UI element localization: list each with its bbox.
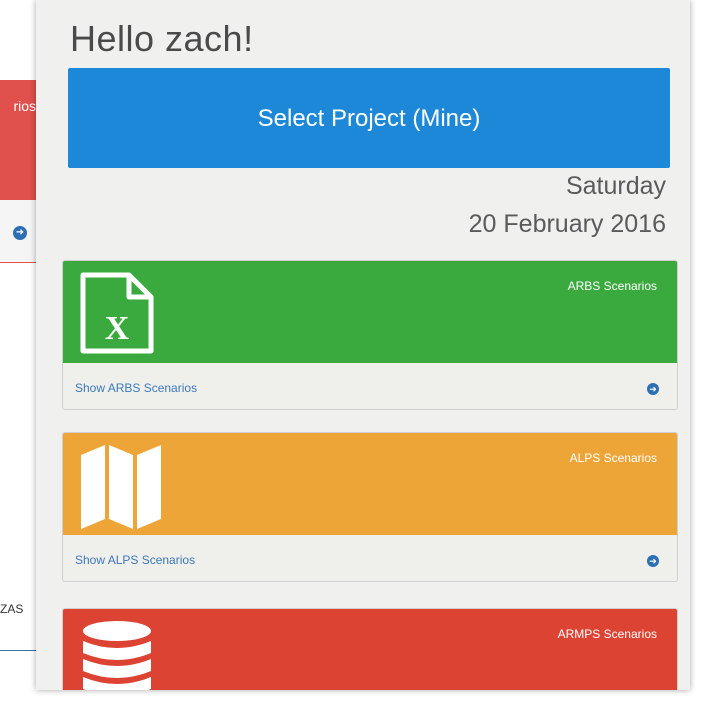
card-footer[interactable]: Show ARBS Scenarios ➜ <box>63 363 677 409</box>
card-header: ALPS Scenarios <box>63 433 677 535</box>
arrow-circle-right-icon[interactable]: ➜ <box>647 555 659 567</box>
show-arbs-scenarios-link[interactable]: Show ARBS Scenarios <box>75 381 197 395</box>
date-full: 20 February 2016 <box>468 210 666 238</box>
armps-scenarios-card: ARMPS Scenarios <box>62 608 678 690</box>
background-footer-text: ZAS <box>0 602 24 616</box>
arrow-circle-right-icon[interactable]: ➜ <box>647 383 659 395</box>
date-weekday: Saturday <box>565 172 666 200</box>
card-footer[interactable]: Show ALPS Scenarios ➜ <box>63 535 677 581</box>
select-project-button[interactable]: Select Project (Mine) <box>68 68 670 168</box>
arbs-scenarios-card: X ARBS Scenarios Show ARBS Scenarios ➜ <box>62 260 678 410</box>
card-header: X ARBS Scenarios <box>63 261 677 363</box>
alps-scenarios-card: ALPS Scenarios Show ALPS Scenarios ➜ <box>62 432 678 582</box>
svg-text:X: X <box>105 310 130 347</box>
card-header: ARMPS Scenarios <box>63 609 677 690</box>
greeting-heading: Hello zach! <box>70 18 254 59</box>
card-title: ARBS Scenarios <box>567 279 657 293</box>
show-alps-scenarios-link[interactable]: Show ALPS Scenarios <box>75 553 195 567</box>
card-title: ALPS Scenarios <box>569 451 657 465</box>
database-icon <box>79 619 155 690</box>
mobile-screen: Hello zach! Select Project (Mine) Saturd… <box>36 0 690 690</box>
card-title: ARMPS Scenarios <box>557 627 657 641</box>
background-panel-label: rios <box>13 98 36 114</box>
excel-file-icon: X <box>79 271 155 360</box>
map-icon <box>79 443 163 536</box>
arrow-circle-right-icon[interactable]: ➜ <box>13 226 27 240</box>
background-divider <box>0 650 36 651</box>
